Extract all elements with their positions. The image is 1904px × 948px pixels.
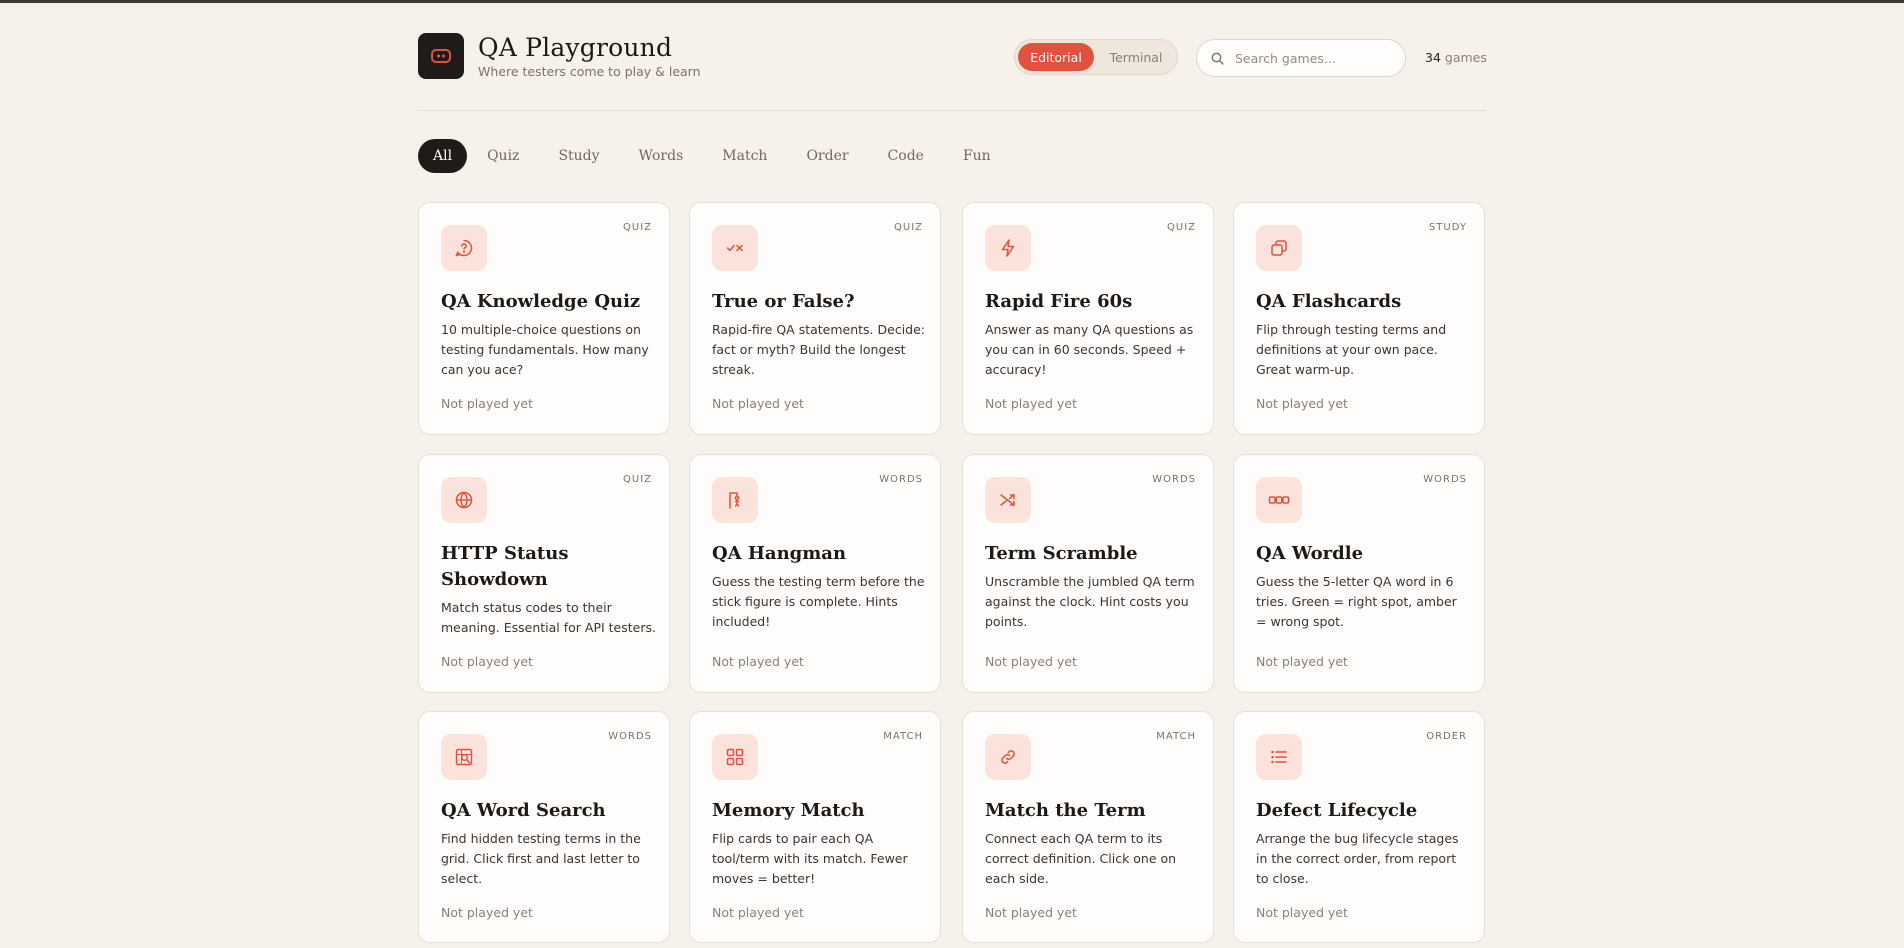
category-tag: QUIZ xyxy=(894,222,923,233)
game-title: QA Knowledge Quiz xyxy=(441,291,641,312)
filter-fun[interactable]: Fun xyxy=(944,139,1010,173)
play-status: Not played yet xyxy=(985,905,1077,920)
filter-code[interactable]: Code xyxy=(869,139,943,173)
game-title: Term Scramble xyxy=(985,543,1138,564)
theme-editorial-button[interactable]: Editorial xyxy=(1018,43,1094,71)
game-description: Answer as many QA questions as you can i… xyxy=(985,322,1194,377)
game-description: Unscramble the jumbled QA term against t… xyxy=(985,574,1195,629)
category-tag: ORDER xyxy=(1426,731,1467,742)
search-input[interactable] xyxy=(1233,49,1397,67)
category-filters: All Quiz Study Words Match Order Code Fu… xyxy=(418,139,1010,173)
cards-icon xyxy=(1256,225,1302,271)
theme-toggle: Editorial Terminal xyxy=(1014,39,1178,75)
check-cross-icon xyxy=(712,225,758,271)
game-description: Guess the 5-letter QA word in 6 tries. G… xyxy=(1256,574,1457,629)
game-title: QA Flashcards xyxy=(1256,291,1402,312)
gamepad-logo-icon xyxy=(418,33,464,79)
category-tag: QUIZ xyxy=(623,474,652,485)
category-tag: WORDS xyxy=(1152,474,1196,485)
game-card-memory-match[interactable]: MATCH Memory Match Flip cards to pair ea… xyxy=(689,711,941,943)
games-count-number: 34 xyxy=(1425,50,1441,65)
gallows-icon xyxy=(712,477,758,523)
game-description: Guess the testing term before the stick … xyxy=(712,574,925,629)
category-tag: WORDS xyxy=(608,731,652,742)
play-status: Not played yet xyxy=(712,905,804,920)
list-icon xyxy=(1256,734,1302,780)
lightning-icon xyxy=(985,225,1031,271)
game-description: 10 multiple-choice questions on testing … xyxy=(441,322,649,377)
game-title: QA Word Search xyxy=(441,800,606,821)
game-card-match-the-term[interactable]: MATCH Match the Term Connect each QA ter… xyxy=(962,711,1214,943)
game-description: Connect each QA term to its correct defi… xyxy=(985,831,1177,886)
game-description: Arrange the bug lifecycle stages in the … xyxy=(1256,831,1459,886)
category-tag: QUIZ xyxy=(623,222,652,233)
play-status: Not played yet xyxy=(441,654,533,669)
play-status: Not played yet xyxy=(1256,654,1348,669)
category-tag: WORDS xyxy=(1423,474,1467,485)
game-title: Match the Term xyxy=(985,800,1146,821)
shuffle-icon xyxy=(985,477,1031,523)
game-description: Find hidden testing terms in the grid. C… xyxy=(441,831,641,886)
play-status: Not played yet xyxy=(985,396,1077,411)
filter-study[interactable]: Study xyxy=(539,139,618,173)
theme-terminal-button[interactable]: Terminal xyxy=(1100,43,1172,71)
filter-all[interactable]: All xyxy=(418,139,468,173)
game-title: Defect Lifecycle xyxy=(1256,800,1418,821)
play-status: Not played yet xyxy=(441,396,533,411)
play-status: Not played yet xyxy=(1256,905,1348,920)
game-card-qa-word-search[interactable]: WORDS QA Word Search Find hidden testing… xyxy=(418,711,670,943)
search-icon xyxy=(1211,52,1224,65)
category-tag: QUIZ xyxy=(1167,222,1196,233)
play-status: Not played yet xyxy=(712,396,804,411)
category-tag: MATCH xyxy=(1156,731,1196,742)
games-count: 34 games xyxy=(1425,50,1487,65)
game-description: Match status codes to their meaning. Ess… xyxy=(441,600,656,635)
game-title: QA Hangman xyxy=(712,543,847,564)
game-title: Rapid Fire 60s xyxy=(985,291,1133,312)
filter-quiz[interactable]: Quiz xyxy=(468,139,538,173)
grid-search-icon xyxy=(441,734,487,780)
header: QA Playground Where testers come to play… xyxy=(418,3,1487,111)
play-status: Not played yet xyxy=(1256,396,1348,411)
game-card-true-or-false[interactable]: QUIZ True or False? Rapid-fire QA statem… xyxy=(689,202,941,435)
game-card-rapid-fire[interactable]: QUIZ Rapid Fire 60s Answer as many QA qu… xyxy=(962,202,1214,435)
play-status: Not played yet xyxy=(441,905,533,920)
game-title: HTTP Status Showdown xyxy=(441,543,569,590)
game-title: QA Wordle xyxy=(1256,543,1364,564)
page: QA Playground Where testers come to play… xyxy=(418,3,1487,943)
game-card-http-status-showdown[interactable]: QUIZ HTTP Status Showdown Match status c… xyxy=(418,454,670,693)
filter-match[interactable]: Match xyxy=(703,139,786,173)
game-description: Flip through testing terms and definitio… xyxy=(1256,322,1447,377)
filter-order[interactable]: Order xyxy=(787,139,867,173)
category-tag: WORDS xyxy=(879,474,923,485)
game-card-term-scramble[interactable]: WORDS Term Scramble Unscramble the jumbl… xyxy=(962,454,1214,693)
game-title: True or False? xyxy=(712,291,855,312)
game-card-qa-hangman[interactable]: WORDS QA Hangman Guess the testing term … xyxy=(689,454,941,693)
category-tag: STUDY xyxy=(1428,222,1467,233)
question-bubble-icon xyxy=(441,225,487,271)
grid-icon xyxy=(712,734,758,780)
game-title: Memory Match xyxy=(712,800,865,821)
globe-icon xyxy=(441,477,487,523)
games-count-label: games xyxy=(1444,50,1487,65)
app-title: QA Playground xyxy=(478,33,673,62)
letter-tiles-icon xyxy=(1256,477,1302,523)
link-icon xyxy=(985,734,1031,780)
app-subtitle: Where testers come to play & learn xyxy=(478,64,701,79)
game-card-qa-wordle[interactable]: WORDS QA Wordle Guess the 5-letter QA wo… xyxy=(1233,454,1485,693)
filter-words[interactable]: Words xyxy=(620,139,703,173)
game-card-qa-flashcards[interactable]: STUDY QA Flashcards Flip through testing… xyxy=(1233,202,1485,435)
search-box xyxy=(1196,39,1406,77)
play-status: Not played yet xyxy=(712,654,804,669)
game-description: Flip cards to pair each QA tool/term wit… xyxy=(712,831,908,886)
category-tag: MATCH xyxy=(883,731,923,742)
game-description: Rapid-fire QA statements. Decide: fact o… xyxy=(712,322,926,377)
game-card-qa-knowledge-quiz[interactable]: QUIZ QA Knowledge Quiz 10 multiple-choic… xyxy=(418,202,670,435)
brand: QA Playground Where testers come to play… xyxy=(418,33,701,79)
game-card-defect-lifecycle[interactable]: ORDER Defect Lifecycle Arrange the bug l… xyxy=(1233,711,1485,943)
play-status: Not played yet xyxy=(985,654,1077,669)
